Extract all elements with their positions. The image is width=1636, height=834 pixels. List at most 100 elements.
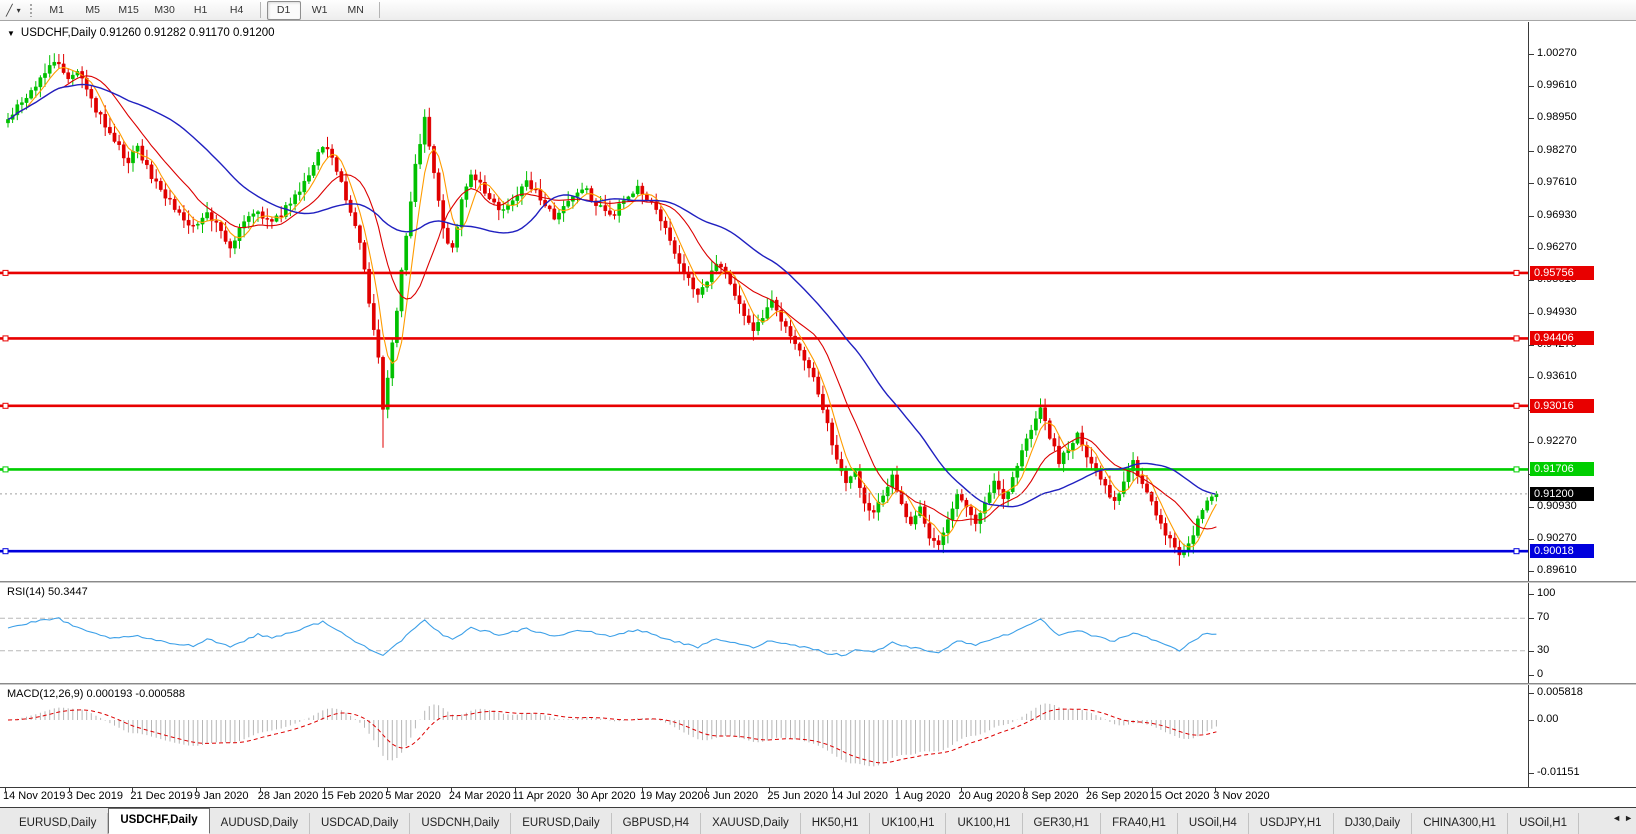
price-tick-label: 1.00270 <box>1537 47 1577 59</box>
price-tick-mark <box>1529 280 1534 281</box>
pane-separator-macd[interactable] <box>0 683 1636 685</box>
date-label: 14 Nov 2019 <box>3 790 66 802</box>
rsi-tick-label: 0 <box>1537 668 1544 680</box>
tab-usoil-h4[interactable]: USOil,H4 <box>1178 813 1249 834</box>
tab-usdchf-daily[interactable]: USDCHF,Daily <box>108 808 210 834</box>
rsi-chart-canvas[interactable] <box>0 583 1636 683</box>
date-label: 1 Aug 2020 <box>894 790 951 802</box>
date-label: 21 Dec 2019 <box>130 790 193 802</box>
price-tick-label: 0.99610 <box>1537 79 1577 91</box>
price-tick-mark <box>1529 183 1534 184</box>
tab-fra40-h1[interactable]: FRA40,H1 <box>1101 813 1178 834</box>
price-tick-label: 0.94930 <box>1537 305 1577 318</box>
price-tick-mark <box>1529 442 1534 443</box>
chart-title-text: USDCHF,Daily 0.91260 0.91282 0.91170 0.9… <box>20 27 275 39</box>
price-chart-canvas[interactable] <box>0 22 1636 581</box>
timeframe-button-m30[interactable]: M30 <box>148 1 182 20</box>
price-tick-label: 0.90270 <box>1537 532 1577 544</box>
timeframe-button-h1[interactable]: H1 <box>184 1 218 20</box>
tab-scroll-arrows: ◄ ► <box>1612 813 1633 823</box>
date-label: 25 Jun 2020 <box>767 790 828 802</box>
tab-xauusd-daily[interactable]: XAUUSD,Daily <box>701 813 801 834</box>
date-label: 20 Aug 2020 <box>958 790 1021 802</box>
tab-hk50-h1[interactable]: HK50,H1 <box>801 813 871 834</box>
price-tick-mark <box>1529 86 1534 87</box>
price-tick-mark <box>1529 248 1534 249</box>
date-label: 8 Sep 2020 <box>1022 790 1079 802</box>
date-label: 19 May 2020 <box>640 790 704 802</box>
time-axis-line <box>0 787 1636 788</box>
timeframe-button-h4[interactable]: H4 <box>220 1 254 20</box>
date-label: 14 Jul 2020 <box>831 790 888 802</box>
macd-tick-label: -0.01151 <box>1537 766 1580 779</box>
macd-tick-mark <box>1529 720 1534 721</box>
collapse-icon[interactable]: ▼ <box>7 29 15 38</box>
price-tick-label: 0.89610 <box>1537 564 1577 576</box>
price-tick-mark <box>1529 312 1534 314</box>
timeframe-button-d1[interactable]: D1 <box>266 0 301 20</box>
price-tick-label: 0.92270 <box>1537 435 1577 447</box>
price-tick-label: 0.90930 <box>1537 499 1577 512</box>
price-level-badge: 0.90018 <box>1530 544 1594 559</box>
macd-label: MACD(12,26,9) 0.000193 -0.000588 <box>7 688 185 700</box>
macd-chart-canvas[interactable] <box>0 685 1636 787</box>
date-label: 3 Dec 2019 <box>66 790 123 802</box>
tab-dj30-daily[interactable]: DJ30,Daily <box>1334 813 1413 834</box>
tab-scroll-left-icon[interactable]: ◄ <box>1612 813 1621 823</box>
price-tick-mark <box>1529 377 1534 378</box>
timeframe-button-m15[interactable]: M15 <box>112 1 146 20</box>
macd-tick-label: 0.005818 <box>1537 685 1583 698</box>
chevron-down-icon[interactable]: ▾ <box>15 6 23 15</box>
mt4-app: { "toolbar": { "draw_tool_icon_glyph": "… <box>0 0 1636 834</box>
tab-usoil-h1[interactable]: USOil,H1 <box>1508 813 1579 834</box>
price-tick-mark <box>1529 54 1534 55</box>
trendline-tool-icon[interactable]: ╱ <box>4 4 15 17</box>
date-label: 15 Oct 2020 <box>1149 790 1210 802</box>
timeframe-button-mn[interactable]: MN <box>339 1 373 20</box>
timeframe-button-m5[interactable]: M5 <box>76 1 110 20</box>
timeframe-button-m1[interactable]: M1 <box>40 1 74 20</box>
price-tick-mark <box>1529 539 1534 540</box>
price-tick-label: 0.98950 <box>1537 111 1577 124</box>
tab-gbpusd-h4[interactable]: GBPUSD,H4 <box>612 813 702 834</box>
tab-usdcnh-daily[interactable]: USDCNH,Daily <box>410 813 512 834</box>
date-label: 15 Feb 2020 <box>321 790 384 802</box>
current-price-badge: 0.91200 <box>1530 486 1594 501</box>
timeframe-buttons: M1 M5 M15 M30 H1 H4 D1 W1 MN <box>39 0 385 20</box>
tab-usdcad-daily[interactable]: USDCAD,Daily <box>310 813 411 834</box>
tab-scroll-right-icon[interactable]: ► <box>1624 813 1633 823</box>
rsi-tick-mark <box>1529 675 1534 676</box>
tab-china300-h1[interactable]: CHINA300,H1 <box>1412 813 1509 834</box>
price-axis-line <box>1528 22 1529 787</box>
toolbar-separator <box>259 2 261 18</box>
price-tick-mark <box>1529 571 1534 572</box>
rsi-tick-mark <box>1529 650 1534 652</box>
tab-uk100-h1[interactable]: UK100,H1 <box>946 813 1023 834</box>
pane-separator-rsi[interactable] <box>0 581 1636 583</box>
tab-usdjpy-h1[interactable]: USDJPY,H1 <box>1249 813 1334 834</box>
date-label: 26 Sep 2020 <box>1085 790 1149 802</box>
toolbar-grip[interactable] <box>28 3 33 17</box>
rsi-tick-label: 70 <box>1537 611 1550 624</box>
price-level-badge: 0.94406 <box>1530 331 1594 346</box>
price-tick-mark <box>1529 215 1534 217</box>
toolbar-separator <box>378 2 380 18</box>
timeframe-button-w1[interactable]: W1 <box>303 1 337 20</box>
tab-uk100-h1[interactable]: UK100,H1 <box>870 813 947 834</box>
macd-tick-mark <box>1529 773 1534 775</box>
tab-eurusd-daily[interactable]: EURUSD,Daily <box>8 813 109 834</box>
price-level-badge: 0.95756 <box>1530 265 1594 280</box>
rsi-tick-label: 30 <box>1537 643 1550 656</box>
tab-audusd-daily[interactable]: AUDUSD,Daily <box>210 813 310 834</box>
price-tick-label: 0.93610 <box>1537 370 1577 382</box>
rsi-tick-mark <box>1529 618 1534 620</box>
macd-tick-mark <box>1529 692 1534 694</box>
date-label: 24 Mar 2020 <box>448 790 511 802</box>
price-tick-label: 0.98270 <box>1537 144 1577 156</box>
date-label: 3 Nov 2020 <box>1213 790 1270 802</box>
date-label: 6 Jun 2020 <box>703 790 759 802</box>
price-tick-mark <box>1529 151 1534 152</box>
tab-eurusd-daily[interactable]: EURUSD,Daily <box>511 813 612 834</box>
tab-ger30-h1[interactable]: GER30,H1 <box>1023 813 1102 834</box>
date-label: 30 Apr 2020 <box>576 790 636 802</box>
